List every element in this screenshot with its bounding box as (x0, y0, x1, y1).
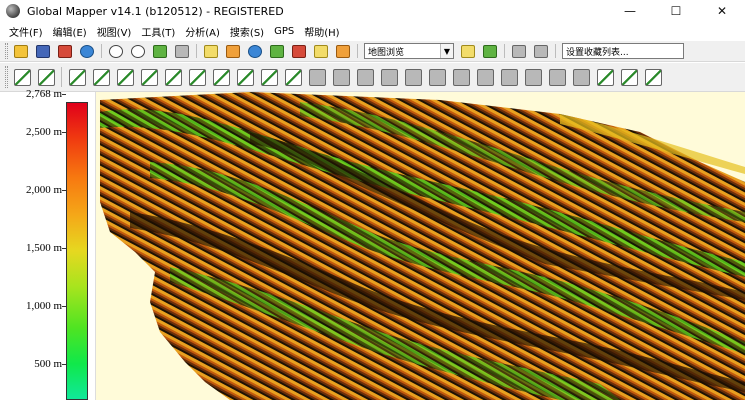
title-bar: Global Mapper v14.1 (b120512) - REGISTER… (0, 0, 745, 22)
chevron-down-icon[interactable]: ▼ (440, 44, 453, 58)
toolbar-separator (101, 44, 102, 58)
crop-icon[interactable] (426, 65, 448, 89)
fill-icon[interactable] (522, 65, 544, 89)
undo-icon[interactable] (618, 65, 640, 89)
delete-feature-icon[interactable] (258, 65, 280, 89)
filter-icon[interactable] (333, 42, 353, 60)
draw-icon[interactable] (311, 42, 331, 60)
legend-tick-label: 2,500 m (25, 126, 62, 138)
toolbar-grip[interactable] (5, 43, 8, 59)
toolbar-separator (196, 44, 197, 58)
vector-options-icon[interactable] (531, 42, 551, 60)
map-view[interactable] (0, 92, 745, 400)
extract-icon[interactable] (498, 65, 520, 89)
feature-info-icon[interactable] (245, 42, 265, 60)
smooth-icon[interactable] (474, 65, 496, 89)
legend-tick-label: 1,000 m (25, 300, 62, 312)
toolbar-separator (357, 44, 358, 58)
window-title: Global Mapper v14.1 (b120512) - REGISTER… (27, 4, 284, 18)
menu-tools[interactable]: 工具(T) (136, 24, 180, 39)
union-icon[interactable] (378, 65, 400, 89)
grid-icon[interactable] (594, 65, 616, 89)
scale-feature-icon[interactable] (186, 65, 208, 89)
terrain-shaded-relief[interactable] (0, 92, 745, 400)
buffer-icon[interactable] (330, 65, 352, 89)
legend-tick-label: 2,768 m (25, 88, 62, 100)
legend-tick-label: 2,000 m (25, 184, 62, 196)
toolbar-grip[interactable] (5, 65, 8, 89)
menu-bar: 文件(F) 编辑(E) 视图(V) 工具(T) 分析(A) 搜索(S) GPS … (0, 22, 745, 40)
move-feature-icon[interactable] (138, 65, 160, 89)
minimize-button[interactable]: — (607, 0, 653, 22)
legend-tick-mark (62, 364, 66, 365)
legend-tick-mark (62, 306, 66, 307)
mode-select-value: 地图浏览 (368, 47, 405, 58)
menu-search[interactable]: 搜索(S) (225, 24, 269, 39)
create-point-icon[interactable] (11, 65, 33, 89)
legend-tick-mark (62, 190, 66, 191)
zoom-out-icon[interactable] (128, 42, 148, 60)
settings-select[interactable]: 设置收藏列表... (562, 43, 684, 59)
folder-open-icon[interactable] (11, 42, 31, 60)
simplify-icon[interactable] (450, 65, 472, 89)
save-icon[interactable] (33, 42, 53, 60)
rotate-feature-icon[interactable] (162, 65, 184, 89)
create-line-icon[interactable] (35, 65, 57, 89)
legend-tick-label: 500 m (34, 358, 62, 370)
copy-feature-icon[interactable] (282, 65, 304, 89)
intersect-icon[interactable] (354, 65, 376, 89)
elevation-color-ramp (66, 102, 88, 400)
toolbar-separator (555, 44, 556, 58)
edit-vertex-icon[interactable] (114, 65, 136, 89)
menu-gps[interactable]: GPS (269, 26, 299, 37)
menu-help[interactable]: 帮助(H) (299, 24, 344, 39)
measure-icon[interactable] (223, 42, 243, 60)
menu-view[interactable]: 视图(V) (92, 24, 137, 39)
difference-icon[interactable] (402, 65, 424, 89)
elevation-legend: 2,768 m 2,500 m 2,000 m 1,500 m 1,000 m 500 m (0, 88, 96, 400)
globe-icon[interactable] (77, 42, 97, 60)
split-feature-icon[interactable] (210, 65, 232, 89)
menu-edit[interactable]: 编辑(E) (48, 24, 92, 39)
shader-icon[interactable] (458, 42, 478, 60)
paste-feature-icon[interactable] (306, 65, 328, 89)
main-toolbar: 地图浏览 ▼ 设置收藏列表... (0, 40, 745, 62)
legend-tick-label: 1,500 m (25, 242, 62, 254)
close-button[interactable]: ✕ (699, 0, 745, 22)
digitizer-icon[interactable] (289, 42, 309, 60)
redo-icon[interactable] (642, 65, 664, 89)
zoom-full-icon[interactable] (150, 42, 170, 60)
join-feature-icon[interactable] (234, 65, 256, 89)
maximize-button[interactable]: ☐ (653, 0, 699, 22)
3d-view-icon[interactable] (480, 42, 500, 60)
create-area-icon[interactable] (66, 65, 88, 89)
zoom-box-icon[interactable] (172, 42, 192, 60)
menu-file[interactable]: 文件(F) (4, 24, 48, 39)
zoom-in-icon[interactable] (106, 42, 126, 60)
menu-analysis[interactable]: 分析(A) (180, 24, 225, 39)
measure-area-icon[interactable] (546, 65, 568, 89)
mode-select[interactable]: 地图浏览 ▼ (364, 43, 454, 59)
create-text-icon[interactable] (90, 65, 112, 89)
legend-tick-mark (62, 132, 66, 133)
digitizer-toolbar (0, 62, 745, 92)
toolbar-separator (504, 44, 505, 58)
settings-select-value: 设置收藏列表... (566, 47, 629, 58)
layer-control-icon[interactable] (55, 42, 75, 60)
raster-options-icon[interactable] (509, 42, 529, 60)
legend-tick-mark (62, 94, 66, 95)
toolbar-separator (61, 67, 62, 87)
legend-tick-mark (62, 248, 66, 249)
window-controls: — ☐ ✕ (607, 0, 745, 22)
path-profile-icon[interactable] (267, 42, 287, 60)
app-globe-icon (6, 4, 20, 18)
snap-icon[interactable] (570, 65, 592, 89)
pan-icon[interactable] (201, 42, 221, 60)
